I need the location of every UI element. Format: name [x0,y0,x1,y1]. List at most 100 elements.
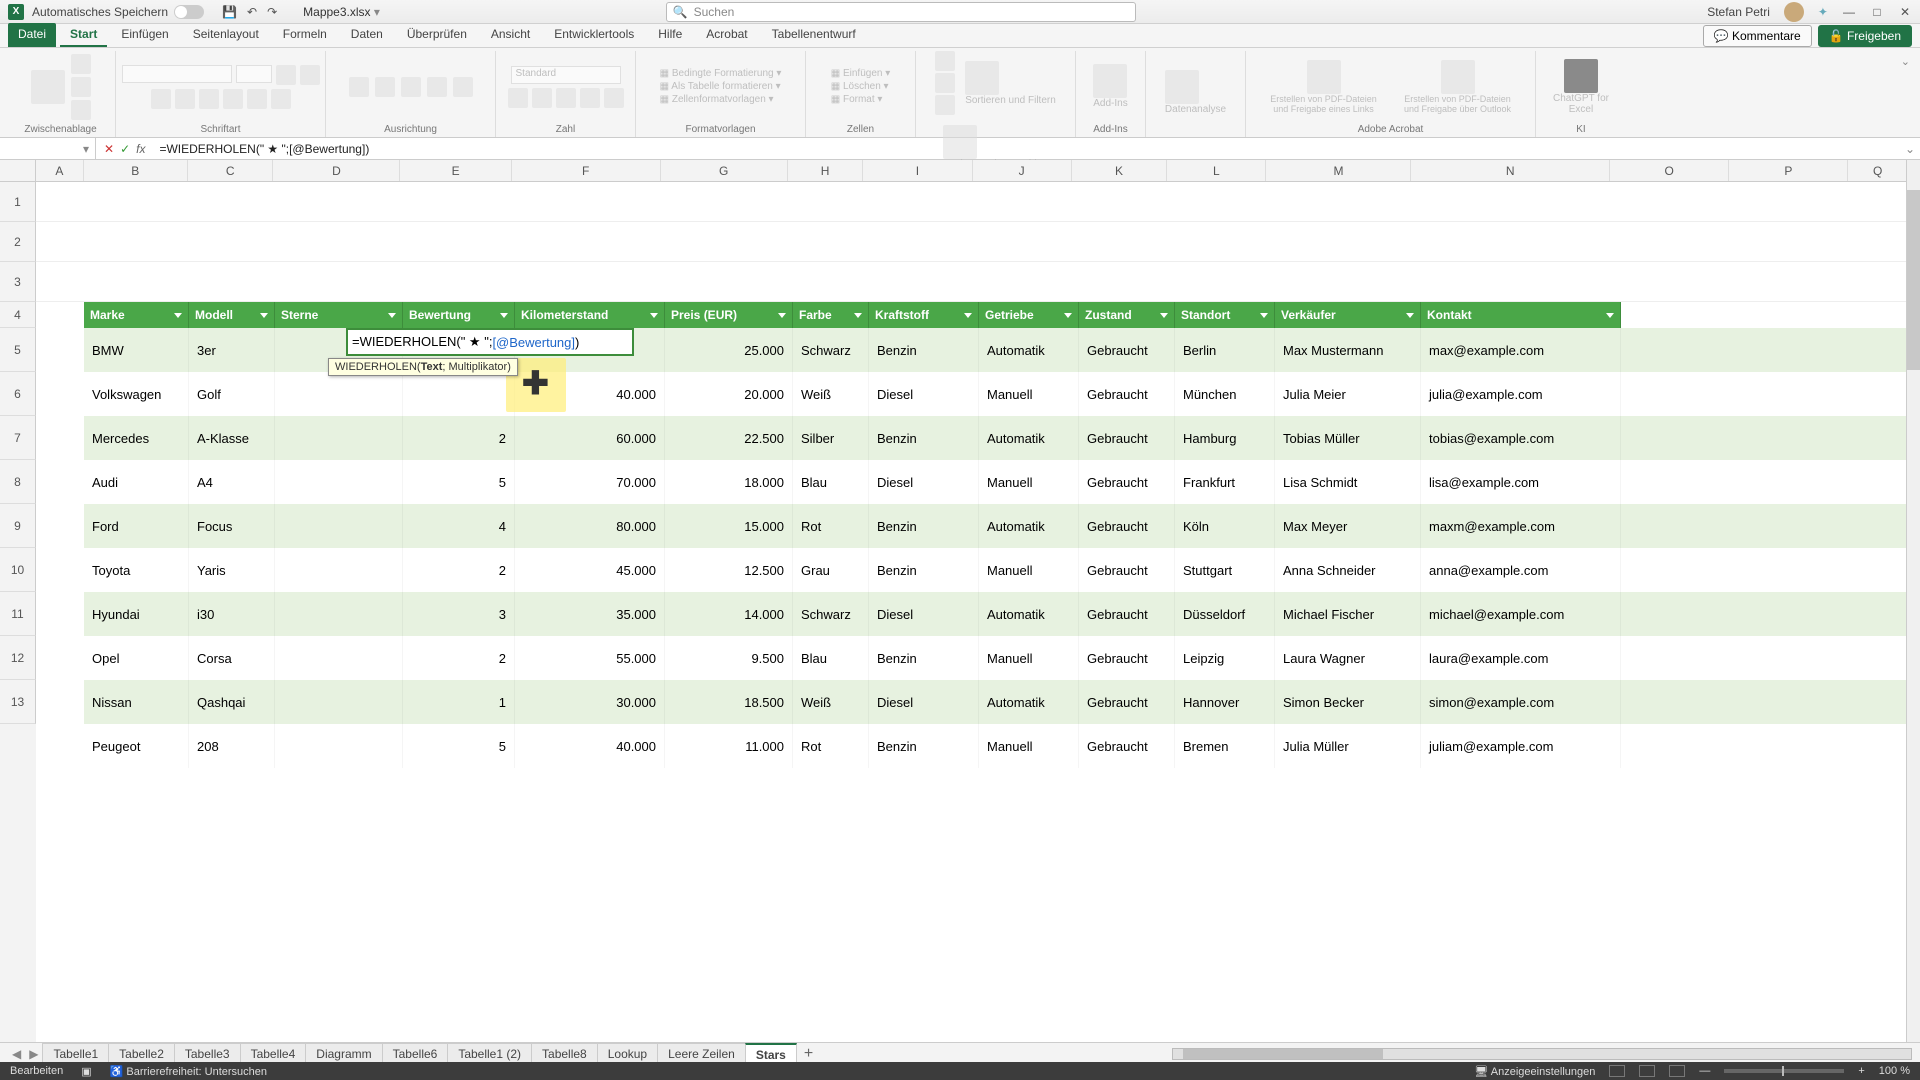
cell-marke[interactable]: Nissan [84,680,189,724]
autosave-toggle[interactable]: Automatisches Speichern [32,5,204,19]
font-size[interactable] [236,65,272,83]
active-cell-editor[interactable]: =WIEDERHOLEN(" ★ ";[@Bewertung]) [346,328,634,356]
cut-icon[interactable] [71,54,91,74]
cell-getr[interactable]: Automatik [979,504,1079,548]
table-header-cell[interactable]: Zustand [1079,302,1175,328]
currency-icon[interactable] [508,88,528,108]
cell-marke[interactable]: Mercedes [84,416,189,460]
cell-farbe[interactable]: Rot [793,504,869,548]
table-row[interactable]: OpelCorsa255.0009.500BlauBenzinManuellGe… [84,636,1908,680]
menu-tab-entwicklertools[interactable]: Entwicklertools [544,23,644,47]
cell-sterne[interactable] [275,680,403,724]
menu-tab-datei[interactable]: Datei [8,23,56,47]
col-header[interactable]: C [188,160,273,181]
align-icon[interactable] [401,77,421,97]
col-header[interactable]: O [1610,160,1729,181]
dec-dec-icon[interactable] [604,88,624,108]
cell-farbe[interactable]: Blau [793,460,869,504]
menu-tab-überprüfen[interactable]: Überprüfen [397,23,477,47]
cell-farbe[interactable]: Weiß [793,372,869,416]
align-icon[interactable] [375,77,395,97]
fill-icon[interactable] [935,73,955,93]
column-headers[interactable]: ABCDEFGHIJKLMNOPQ [36,160,1908,182]
cell-kraft[interactable]: Diesel [869,460,979,504]
col-header[interactable]: Q [1848,160,1908,181]
worksheet[interactable]: ABCDEFGHIJKLMNOPQ 12345678910111213 Mark… [0,160,1920,1044]
shrink-font-icon[interactable] [300,65,320,85]
cell-marke[interactable]: Audi [84,460,189,504]
cell-farbe[interactable]: Silber [793,416,869,460]
cell-modell[interactable]: A-Klasse [189,416,275,460]
cell-verk[interactable]: Laura Wagner [1275,636,1421,680]
col-header[interactable]: M [1266,160,1411,181]
cell-kont[interactable]: simon@example.com [1421,680,1621,724]
cell-zust[interactable]: Gebraucht [1079,548,1175,592]
grid-body[interactable]: MarkeModellSterneBewertungKilometerstand… [36,182,1908,1044]
menu-tab-tabellenentwurf[interactable]: Tabellenentwurf [762,23,866,47]
table-row[interactable]: Peugeot208540.00011.000RotBenzinManuellG… [84,724,1908,768]
row-header[interactable]: 3 [0,262,36,302]
autosum-icon[interactable] [935,51,955,71]
accept-formula-icon[interactable]: ✓ [120,142,130,156]
cell-bewert[interactable]: 2 [403,416,515,460]
as-table-button[interactable]: ▦ Als Tabelle formatieren ▾ [660,81,781,92]
cond-format-button[interactable]: ▦ Bedingte Formatierung ▾ [660,68,782,79]
accessibility-label[interactable]: ♿ Barrierefreiheit: Untersuchen [110,1065,267,1078]
cell-getr[interactable]: Manuell [979,548,1079,592]
percent-icon[interactable] [532,88,552,108]
cell-km[interactable]: 55.000 [515,636,665,680]
ribbon-collapse-icon[interactable]: ⌄ [1897,51,1914,137]
comments-button[interactable]: 💬 Kommentare [1703,25,1812,47]
table-header-cell[interactable]: Bewertung [403,302,515,328]
cell-zust[interactable]: Gebraucht [1079,460,1175,504]
cell-verk[interactable]: Lisa Schmidt [1275,460,1421,504]
cell-modell[interactable]: i30 [189,592,275,636]
row-header[interactable]: 11 [0,592,36,636]
row-header[interactable]: 5 [0,328,36,372]
cell-zust[interactable]: Gebraucht [1079,636,1175,680]
merge-icon[interactable] [453,77,473,97]
cell-marke[interactable]: Ford [84,504,189,548]
table-row[interactable]: Hyundaii30335.00014.000SchwarzDieselAuto… [84,592,1908,636]
cell-farbe[interactable]: Weiß [793,680,869,724]
cell-stand[interactable]: Stuttgart [1175,548,1275,592]
cell-stand[interactable]: Leipzig [1175,636,1275,680]
paste-icon[interactable] [31,70,65,104]
table-row[interactable]: FordFocus480.00015.000RotBenzinAutomatik… [84,504,1908,548]
fill-color-icon[interactable] [247,89,267,109]
col-header[interactable]: D [273,160,400,181]
col-header[interactable]: A [36,160,84,181]
bold-icon[interactable] [151,89,171,109]
data-analysis-button[interactable]: Datenanalyse [1165,70,1226,115]
menu-tab-acrobat[interactable]: Acrobat [696,23,757,47]
cell-stand[interactable]: Hamburg [1175,416,1275,460]
cell-modell[interactable]: 208 [189,724,275,768]
row-header[interactable]: 2 [0,222,36,262]
row-header[interactable]: 13 [0,680,36,724]
username-label[interactable]: Stefan Petri [1707,5,1770,19]
cell-bewert[interactable]: 5 [403,724,515,768]
filename-label[interactable]: Mappe3.xlsx ▾ [303,5,380,19]
cell-verk[interactable]: Julia Müller [1275,724,1421,768]
cells-delete-button[interactable]: ▦ Löschen ▾ [831,81,889,92]
cell-bewert[interactable]: 2 [403,548,515,592]
add-sheet-button[interactable]: + [796,1045,821,1063]
cell-km[interactable]: 30.000 [515,680,665,724]
cell-zust[interactable]: Gebraucht [1079,592,1175,636]
col-header[interactable]: J [973,160,1072,181]
row-header[interactable]: 9 [0,504,36,548]
cell-marke[interactable]: Toyota [84,548,189,592]
cell-stand[interactable]: Berlin [1175,328,1275,372]
cell-km[interactable]: 70.000 [515,460,665,504]
cell-zust[interactable]: Gebraucht [1079,372,1175,416]
cell-kraft[interactable]: Benzin [869,548,979,592]
undo-icon[interactable]: ↶ [247,5,257,19]
row-header[interactable]: 6 [0,372,36,416]
sort-filter-button[interactable]: Sortieren und Filtern [965,61,1056,106]
cell-getr[interactable]: Automatik [979,592,1079,636]
table-header-cell[interactable]: Modell [189,302,275,328]
zoom-in-icon[interactable]: + [1858,1065,1864,1077]
border-icon[interactable] [223,89,243,109]
copy-icon[interactable] [71,77,91,97]
cell-kont[interactable]: maxm@example.com [1421,504,1621,548]
